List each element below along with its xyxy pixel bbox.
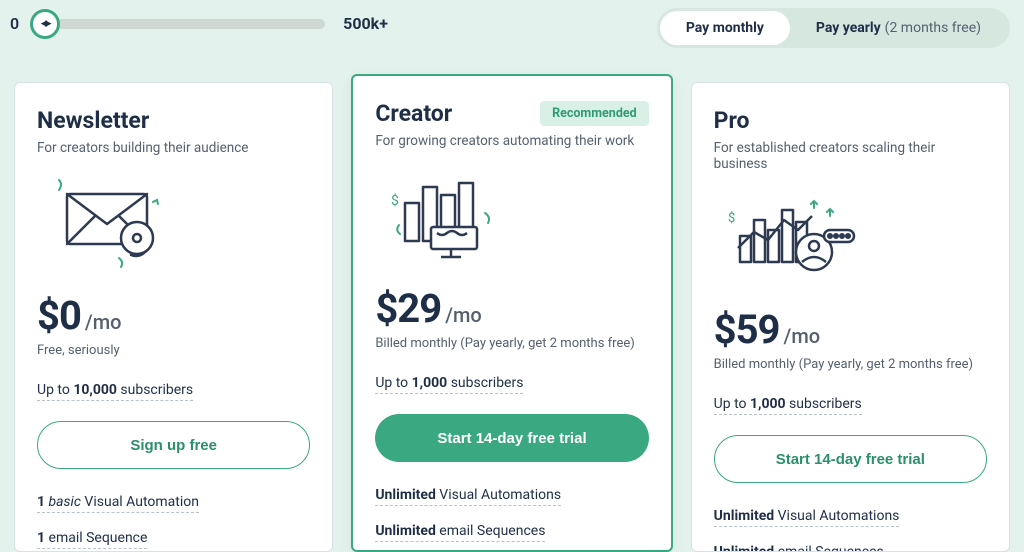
- price-period: /mo: [784, 324, 821, 348]
- price-note: Billed monthly (Pay yearly, get 2 months…: [714, 357, 987, 374]
- plan-subtitle: For growing creators automating their wo…: [375, 133, 648, 151]
- feature-item: Unlimited email Sequences: [375, 523, 545, 542]
- feature-item: Unlimited Visual Automations: [375, 487, 561, 506]
- price-amount: $59: [714, 306, 780, 353]
- plan-subtitle: For creators building their audience: [37, 140, 310, 158]
- slider-max-label: 500k+: [343, 14, 388, 33]
- slider-min-label: 0: [10, 14, 19, 33]
- signup-button[interactable]: Sign up free: [37, 421, 310, 469]
- feature-item: 1 email Sequence: [37, 530, 147, 549]
- plan-price: $59 /mo: [714, 306, 987, 353]
- price-note: Billed monthly (Pay yearly, get 2 months…: [375, 336, 648, 353]
- plan-price: $0 /mo: [37, 292, 310, 339]
- pricing-controls: 0 ◂▸ 500k+ Pay monthly Pay yearly (2 mon…: [0, 0, 1024, 68]
- subscriber-limit: Up to 10,000 subscribers: [37, 382, 193, 401]
- subscriber-limit: Up to 1,000 subscribers: [714, 396, 862, 415]
- slider-grip-icon: ◂▸: [41, 16, 50, 31]
- feature-item: Unlimited Visual Automations: [714, 508, 900, 527]
- envelope-icon: [37, 168, 310, 276]
- feature-list: Unlimited Visual Automations Unlimited e…: [375, 484, 648, 552]
- start-trial-button[interactable]: Start 14-day free trial: [714, 435, 987, 483]
- billing-yearly-label: Pay yearly: [816, 20, 881, 36]
- pricing-cards: Newsletter For creators building their a…: [0, 82, 1024, 552]
- plan-title: Creator: [375, 100, 452, 127]
- billing-toggle: Pay monthly Pay yearly (2 months free): [657, 8, 1010, 48]
- plan-subtitle: For established creators scaling their b…: [714, 140, 987, 172]
- plan-creator: Creator Recommended For growing creators…: [351, 74, 672, 552]
- feature-list: 1 basic Visual Automation 1 email Sequen…: [37, 491, 310, 552]
- recommended-badge: Recommended: [540, 101, 649, 126]
- feature-list: Unlimited Visual Automations Unlimited e…: [714, 505, 987, 552]
- plan-price: $29 /mo: [375, 285, 648, 332]
- slider-track[interactable]: ◂▸: [37, 19, 325, 29]
- start-trial-button[interactable]: Start 14-day free trial: [375, 414, 648, 462]
- plan-pro: Pro For established creators scaling the…: [691, 82, 1010, 552]
- bar-chart-icon: $: [375, 161, 648, 269]
- feature-item: 1 basic Visual Automation: [37, 494, 199, 513]
- plan-title: Pro: [714, 107, 750, 134]
- subscriber-slider: 0 ◂▸ 500k+: [10, 14, 388, 33]
- price-amount: $29: [375, 285, 441, 332]
- svg-text:$: $: [728, 211, 735, 226]
- billing-monthly-label: Pay monthly: [686, 20, 764, 36]
- billing-yearly-note: (2 months free): [885, 20, 981, 36]
- svg-text:$: $: [391, 192, 399, 209]
- billing-yearly[interactable]: Pay yearly (2 months free): [790, 11, 1007, 45]
- price-amount: $0: [37, 292, 81, 339]
- slider-handle[interactable]: ◂▸: [30, 9, 60, 39]
- plan-title: Newsletter: [37, 107, 149, 134]
- price-note: Free, seriously: [37, 343, 310, 360]
- subscriber-limit: Up to 1,000 subscribers: [375, 375, 523, 394]
- billing-monthly[interactable]: Pay monthly: [660, 11, 790, 45]
- growth-chart-icon: $: [714, 182, 987, 290]
- price-period: /mo: [445, 303, 482, 327]
- price-period: /mo: [85, 310, 122, 334]
- plan-newsletter: Newsletter For creators building their a…: [14, 82, 333, 552]
